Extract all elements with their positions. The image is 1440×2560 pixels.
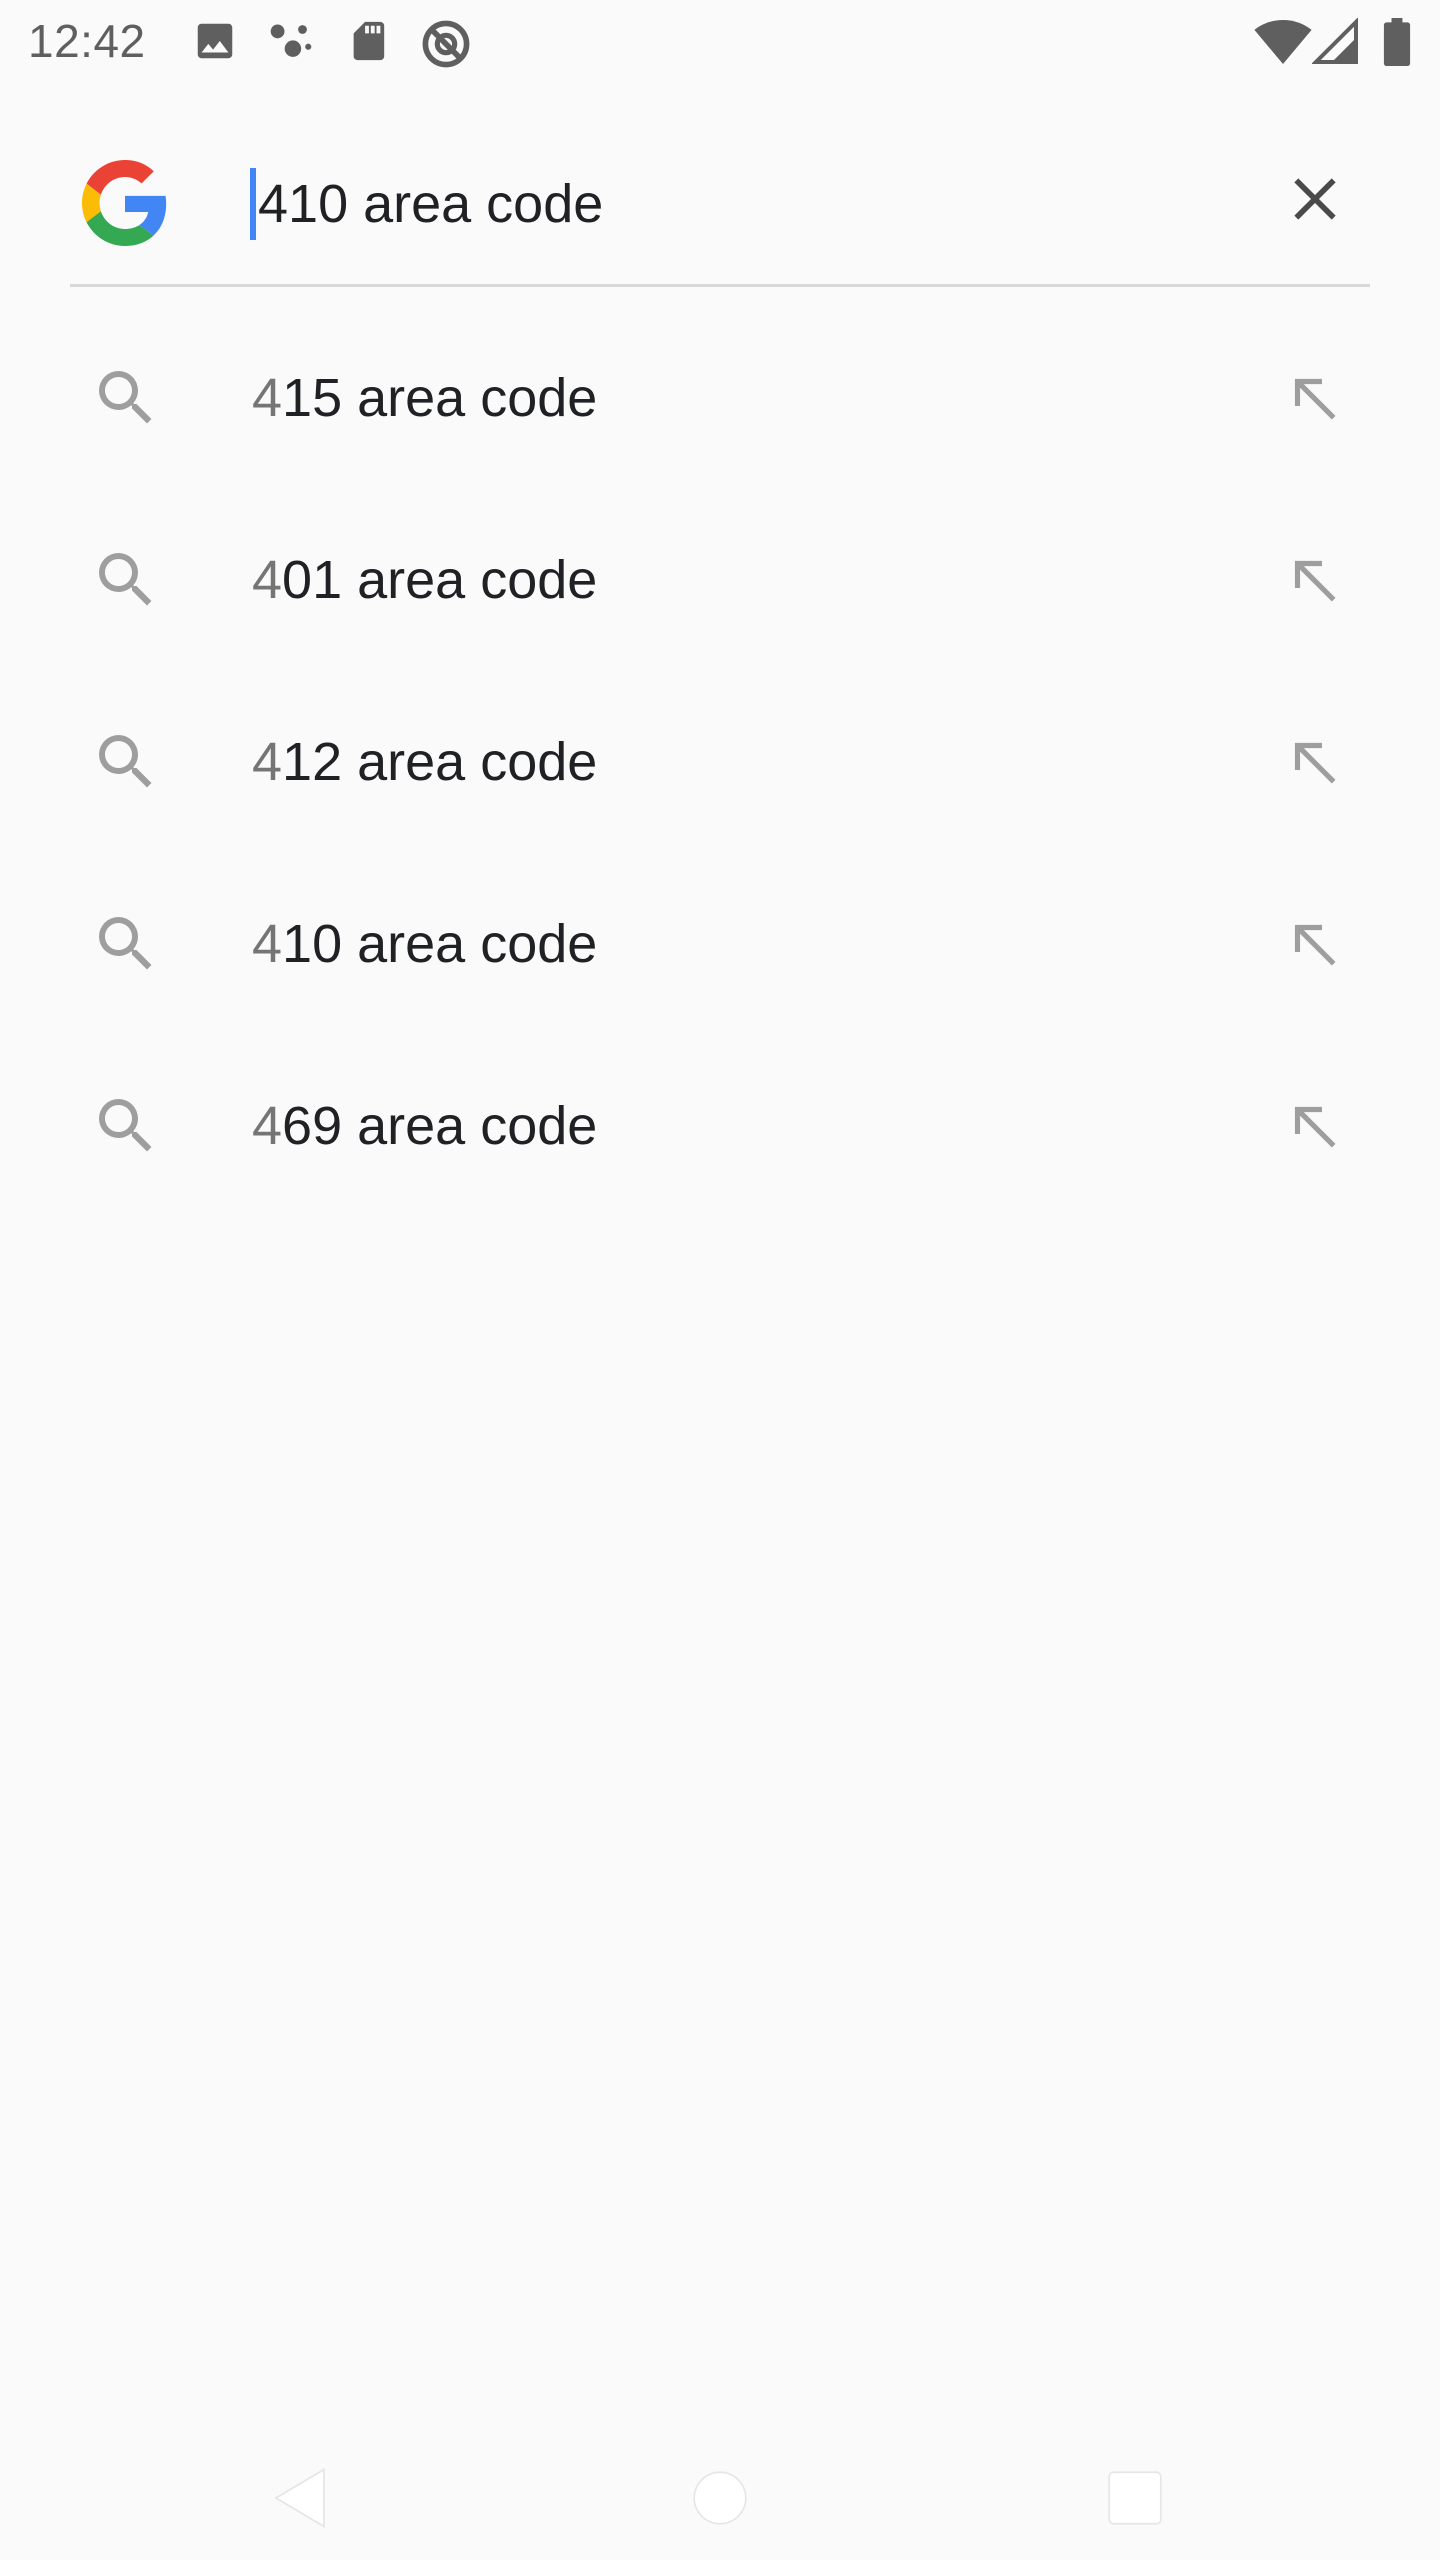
arrow-up-left-icon — [1287, 553, 1343, 614]
search-icon — [90, 1090, 162, 1162]
status-bar: 12:42 — [0, 0, 1440, 84]
arrow-up-left-icon — [1287, 371, 1343, 432]
suggestion-item[interactable]: 410 area code — [0, 856, 1440, 1038]
sd-card-icon — [346, 18, 388, 64]
back-icon — [270, 2465, 330, 2536]
assistant-dots-icon — [266, 18, 316, 64]
search-bar: 410 area code — [0, 120, 1440, 288]
fill-query-button[interactable] — [1270, 902, 1360, 992]
navigation-bar — [0, 2420, 1440, 2560]
search-icon — [90, 362, 162, 434]
suggestion-text: 401 area code — [252, 550, 598, 610]
text-cursor — [250, 168, 256, 240]
search-query-text: 410 area code — [258, 174, 604, 234]
search-icon — [90, 908, 162, 980]
back-button[interactable] — [250, 2450, 350, 2550]
search-icon — [90, 726, 162, 798]
suggestion-item[interactable]: 401 area code — [0, 492, 1440, 674]
data-saver-icon — [420, 18, 472, 70]
search-input[interactable]: 410 area code — [250, 168, 603, 240]
suggestion-text: 412 area code — [252, 732, 598, 792]
fill-query-button[interactable] — [1270, 720, 1360, 810]
arrow-up-left-icon — [1287, 735, 1343, 796]
clear-search-button[interactable] — [1270, 156, 1360, 246]
arrow-up-left-icon — [1287, 1099, 1343, 1160]
wifi-icon — [1254, 20, 1312, 64]
search-icon — [90, 544, 162, 616]
google-g-icon — [82, 160, 168, 246]
suggestion-item[interactable]: 469 area code — [0, 1038, 1440, 1220]
home-icon — [692, 2470, 748, 2531]
arrow-up-left-icon — [1287, 917, 1343, 978]
suggestion-item[interactable]: 415 area code — [0, 310, 1440, 492]
cell-signal-icon — [1312, 18, 1360, 66]
search-divider — [70, 284, 1370, 287]
fill-query-button[interactable] — [1270, 538, 1360, 628]
suggestion-list: 415 area code 401 area code 412 area cod… — [0, 310, 1440, 1220]
screen: 12:42 410 area code 415 area code 401 ar… — [0, 0, 1440, 2560]
close-icon — [1287, 171, 1343, 232]
status-time: 12:42 — [28, 15, 146, 67]
image-icon — [192, 18, 238, 64]
suggestion-item[interactable]: 412 area code — [0, 674, 1440, 856]
home-button[interactable] — [670, 2450, 770, 2550]
fill-query-button[interactable] — [1270, 356, 1360, 446]
suggestion-text: 415 area code — [252, 368, 598, 428]
fill-query-button[interactable] — [1270, 1084, 1360, 1174]
suggestion-text: 469 area code — [252, 1096, 598, 1156]
recents-icon — [1107, 2470, 1163, 2531]
suggestion-text: 410 area code — [252, 914, 598, 974]
battery-icon — [1382, 18, 1412, 66]
recents-button[interactable] — [1085, 2450, 1185, 2550]
